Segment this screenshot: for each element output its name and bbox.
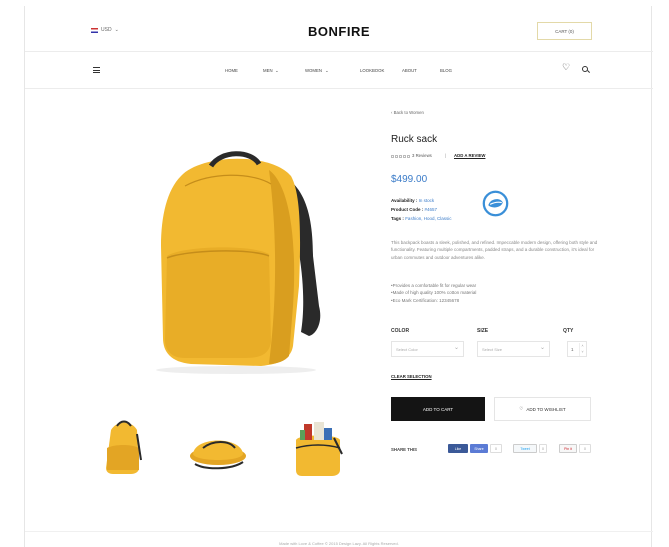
tags-label: Tags : <box>391 216 404 221</box>
feature-item: Eco Mark Certification: 12345678 <box>391 297 476 304</box>
search-icon[interactable] <box>582 66 588 72</box>
quantity-value: 1 <box>571 347 574 352</box>
main-nav: HOME MEN ⌄ WOMEN ⌄ LOOKBOOK ABOUT BLOG <box>25 53 653 89</box>
stepper-arrows[interactable]: ˄ ˅ <box>579 343 585 356</box>
facebook-count: 0 <box>490 444 502 453</box>
facebook-like-button[interactable]: Like <box>448 444 468 453</box>
breadcrumb[interactable]: ‹ Back to Women <box>391 110 424 115</box>
chevron-down-icon: ⌄ <box>325 68 329 73</box>
nav-item-men[interactable]: MEN <box>263 68 275 74</box>
eco-mark-icon <box>482 190 509 217</box>
star-icon <box>399 155 402 158</box>
reviews-count[interactable]: 3 Reviews <box>412 153 432 158</box>
quantity-stepper[interactable]: 1 ˄ ˅ <box>567 341 587 357</box>
size-select[interactable]: Select Size <box>477 341 550 357</box>
facebook-share-button[interactable]: Share <box>470 444 488 453</box>
star-icon <box>391 155 394 158</box>
twitter-count: 0 <box>539 444 547 453</box>
feature-list: Provides a comfortable fit for regular w… <box>391 282 477 304</box>
thumbnail-front[interactable] <box>101 420 145 476</box>
tags-value[interactable]: Fashion, Hood, Classic <box>405 216 451 221</box>
pinterest-count: 0 <box>579 444 591 453</box>
heart-icon: ♡ <box>519 406 524 411</box>
color-select[interactable]: Select Color <box>391 341 464 357</box>
qty-label: QTY <box>563 328 574 334</box>
product-code: Product Code : #4657 <box>391 207 437 212</box>
star-icon <box>407 155 410 158</box>
thumbnail-open[interactable] <box>290 418 346 478</box>
nav-item-home[interactable]: HOME <box>225 68 263 74</box>
availability-value: In stock <box>418 198 435 203</box>
nav-links: HOME MEN ⌄ WOMEN ⌄ LOOKBOOK ABOUT BLOG <box>225 68 460 74</box>
size-label: SIZE <box>477 328 489 334</box>
share-label: SHARE THIS <box>391 447 418 452</box>
nav-icons <box>562 62 588 73</box>
wishlist-label: ADD TO WISHLIST <box>526 406 566 412</box>
nav-item-lookbook[interactable]: LOOKBOOK <box>360 68 402 74</box>
product-title: Ruck sack <box>391 134 438 145</box>
nav-item-about[interactable]: ABOUT <box>402 68 440 74</box>
thumbnail-flat[interactable] <box>185 426 251 472</box>
menu-icon[interactable] <box>93 67 100 73</box>
feature-item: Provides a comfortable fit for regular w… <box>391 282 477 289</box>
product-tags: Tags : Fashion, Hood, Classic <box>391 216 451 221</box>
availability: Availability : In stock <box>391 198 434 203</box>
availability-label: Availability : <box>391 198 418 203</box>
star-icon <box>395 155 398 158</box>
rating-stars <box>391 155 410 158</box>
pinterest-pin-button[interactable]: Pin it <box>559 444 577 453</box>
cart-button[interactable]: CART (0) <box>537 22 592 40</box>
add-to-cart-button[interactable]: ADD TO CART <box>391 397 485 421</box>
nav-item-women[interactable]: WOMEN <box>305 68 325 74</box>
color-label: COLOR <box>391 328 410 334</box>
nav-item-blog[interactable]: BLOG <box>440 68 460 74</box>
add-to-wishlist-button[interactable]: ♡ ADD TO WISHLIST <box>494 397 591 421</box>
separator: | <box>445 153 447 158</box>
chevron-down-icon: ⌄ <box>275 68 279 73</box>
product-price: $499.00 <box>391 174 428 185</box>
product-description: This backpack boasts a sleek, polished, … <box>391 240 598 260</box>
page: USD ⌄ BONFIRE CART (0) HOME MEN ⌄ WOMEN … <box>24 6 653 547</box>
footer: Made with Love & Coffee © 2015 Design La… <box>25 531 653 547</box>
add-review-link[interactable]: ADD A REVIEW <box>454 153 485 158</box>
heart-icon[interactable] <box>562 62 570 73</box>
twitter-tweet-button[interactable]: Tweet <box>513 444 537 453</box>
product-code-label: Product Code : <box>391 207 424 212</box>
product-main-image <box>156 151 321 374</box>
star-icon <box>403 155 406 158</box>
feature-item: Made of high quality 100% cotton materia… <box>391 289 477 296</box>
clear-selection-link[interactable]: CLEAR SELECTION <box>391 374 432 379</box>
top-header: USD ⌄ BONFIRE CART (0) <box>25 6 653 52</box>
product-code-value: #4657 <box>424 207 438 212</box>
